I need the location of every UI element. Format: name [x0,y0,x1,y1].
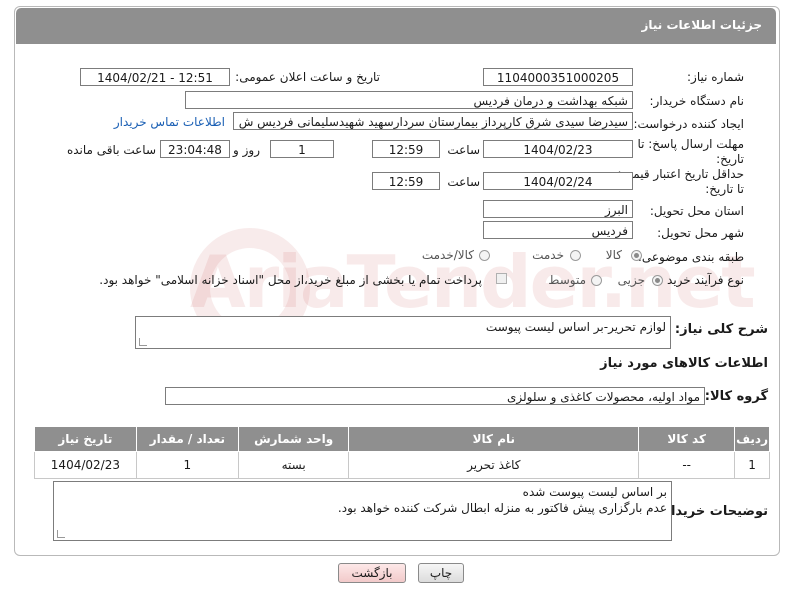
col-qty: تعداد / مقدار [135,426,239,452]
process-radio-medium[interactable] [591,275,602,286]
province-field: البرز [483,200,633,218]
announce-datetime-field: 1404/02/21 - 12:51 [80,68,230,86]
category-radio-both[interactable] [479,250,490,261]
col-name: نام کالا [348,426,640,452]
reply-deadline-label-date: تاریخ: [716,152,744,166]
price-deadline-label-date: تا تاریخ: [705,182,744,196]
city-label: شهر محل تحویل: [657,226,744,240]
process-label: نوع فرآیند خرید : [659,273,744,287]
category-option-both: کالا/خدمت [421,248,474,262]
category-radio-service[interactable] [570,250,581,261]
buyer-notes-label: توضیحات خریدار: [658,504,768,519]
buyer-org-label: نام دستگاه خریدار: [649,94,745,108]
col-date: تاریخ نیاز [34,426,137,452]
buyer-notes-line-2: عدم بارگزاری پیش فاکتور به منزله ابطال ش… [337,501,667,515]
need-number-field: 1104000351000205 [483,68,633,86]
page-title: جزئیات اطلاعات نیاز [641,18,762,32]
cell-unit: بسته [237,451,350,479]
buyer-org-field: شبکه بهداشت و درمان فردیس [185,91,633,109]
goods-group-field: مواد اولیه، محصولات کاغذی و سلولزی [165,387,705,405]
days-label: روز و [233,143,260,157]
reply-deadline-label: مهلت ارسال پاسخ: تا [637,137,744,151]
payment-note: پرداخت تمام یا بخشی از مبلغ خرید،از محل … [99,273,482,287]
summary-label: شرح کلی نیاز: [674,322,768,337]
buyer-notes-line-1: بر اساس لیست پیوست شده [522,485,667,499]
goods-group-label: گروه کالا: [704,389,768,404]
price-time-field: 12:59 [372,172,440,190]
cell-name: کاغذ تحریر [348,451,640,479]
process-option-minor: جزیی [617,273,645,287]
reply-time-field: 12:59 [372,140,440,158]
col-code: کد کالا [638,426,736,452]
reply-time-label: ساعت [447,143,480,157]
col-index: ردیف [734,426,770,452]
need-number-label: شماره نیاز: [687,70,744,84]
cell-code: -- [638,451,736,479]
summary-text: لوازم تحریر-بر اساس لیست پیوست [485,320,666,334]
buyer-contact-link[interactable]: اطلاعات تماس خریدار [114,115,225,129]
cell-date: 1404/02/23 [34,451,137,479]
category-option-goods: کالا [605,248,622,262]
panel-header: جزئیات اطلاعات نیاز [16,8,776,44]
category-option-service: خدمت [532,248,564,262]
creator-label: ایجاد کننده درخواست: [633,117,744,131]
goods-section-title: اطلاعات کالاهای مورد نیاز [600,356,768,371]
remaining-label: ساعت باقی مانده [66,143,156,157]
process-radio-minor[interactable] [652,275,663,286]
remaining-time-field: 23:04:48 [160,140,230,158]
category-radio-goods[interactable] [631,250,642,261]
process-option-medium: متوسط [548,273,586,287]
buyer-notes-field: بر اساس لیست پیوست شده عدم بارگزاری پیش … [53,481,672,541]
payment-checkbox[interactable] [496,273,507,284]
back-button[interactable]: بازگشت [338,563,406,583]
print-button[interactable]: چاپ [418,563,464,583]
reply-date-field: 1404/02/23 [483,140,633,158]
creator-field: سیدرضا سیدی شرق کارپرداز بیمارستان سردار… [233,112,633,130]
col-unit: واحد شمارش [237,426,350,452]
city-field: فردیس [483,221,633,239]
resize-grip-icon[interactable] [139,338,147,346]
province-label: استان محل تحویل: [649,204,744,218]
cell-qty: 1 [135,451,239,479]
price-date-field: 1404/02/24 [483,172,633,190]
goods-table-header: ردیف کد کالا نام کالا واحد شمارش تعداد /… [34,426,770,452]
announce-label: تاریخ و ساعت اعلان عمومی: [235,70,380,84]
days-field: 1 [270,140,334,158]
cell-index: 1 [734,451,770,479]
table-row: 1 -- کاغذ تحریر بسته 1 1404/02/23 [34,451,770,479]
category-label: طبقه بندی موضوعی: [637,250,744,264]
resize-grip-icon[interactable] [57,530,65,538]
summary-field: لوازم تحریر-بر اساس لیست پیوست [135,316,671,349]
goods-table: ردیف کد کالا نام کالا واحد شمارش تعداد /… [34,426,770,479]
price-time-label: ساعت [447,175,480,189]
price-deadline-label: حداقل تاریخ اعتبار قیمت: [617,167,744,181]
